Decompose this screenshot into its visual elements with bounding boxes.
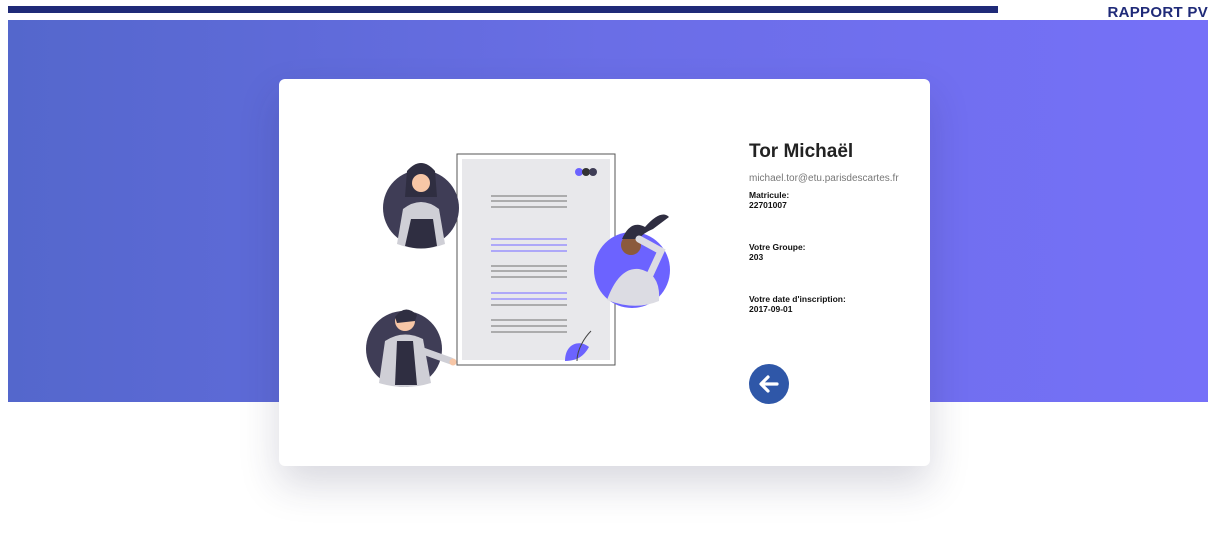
groupe-field: Votre Groupe: 203 xyxy=(749,242,924,262)
date-field: Votre date d'inscription: 2017-09-01 xyxy=(749,294,924,314)
groupe-label: Votre Groupe: xyxy=(749,242,806,252)
matricule-field: Matricule: 22701007 xyxy=(749,190,924,210)
profile-info: Tor Michaël michael.tor@etu.parisdescart… xyxy=(749,141,924,346)
student-email: michael.tor@etu.parisdescartes.fr xyxy=(749,173,899,184)
resume-people-illustration xyxy=(366,153,670,387)
profile-card: Tor Michaël michael.tor@etu.parisdescart… xyxy=(279,79,930,466)
student-name: Tor Michaël xyxy=(749,141,854,162)
arrow-left-circle-icon xyxy=(759,375,779,393)
groupe-value: 203 xyxy=(749,252,764,262)
matricule-value: 22701007 xyxy=(749,200,787,210)
matricule-label: Matricule: xyxy=(749,190,790,200)
date-value: 2017-09-01 xyxy=(749,304,793,314)
back-button[interactable] xyxy=(749,364,789,404)
document-header-title: RAPPORT PV xyxy=(1107,4,1208,21)
document-header-bar xyxy=(8,6,998,13)
date-label: Votre date d'inscription: xyxy=(749,294,846,304)
